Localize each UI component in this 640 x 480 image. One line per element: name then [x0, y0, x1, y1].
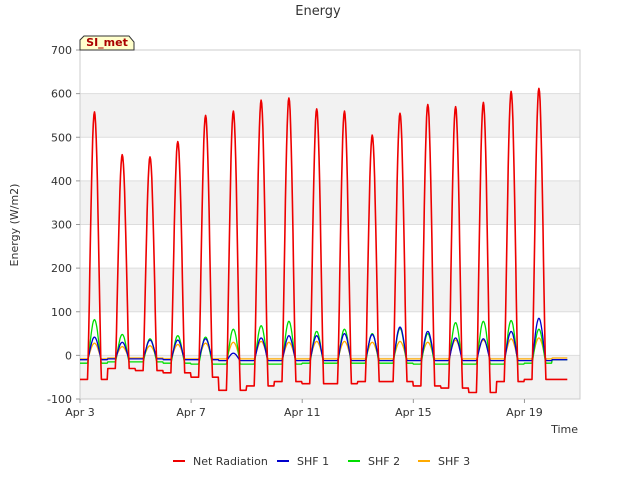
legend-label: Net Radiation: [193, 455, 268, 468]
station-badge-label: SI_met: [86, 36, 128, 49]
station-badge: SI_met: [79, 35, 135, 51]
x-tick-label: Apr 15: [395, 406, 432, 419]
x-tick-label: Apr 7: [176, 406, 206, 419]
plot-band: [80, 224, 580, 269]
legend-label: SHF 1: [297, 455, 329, 468]
energy-chart: Energy -1000100200300400500600700 Apr 3A…: [8, 4, 581, 468]
legend-item: SHF 3: [418, 455, 470, 468]
x-tick-label: Apr 11: [284, 406, 321, 419]
chart-title: Energy: [295, 4, 341, 19]
y-tick-label: 200: [51, 262, 72, 275]
y-axis: -100 0 100 200 300 400 500 600 700: [47, 44, 80, 406]
y-tick-label: 500: [51, 131, 72, 144]
plot-band: [80, 137, 580, 181]
plot-band: [80, 180, 580, 225]
y-axis-label: Energy (W/m2): [8, 184, 21, 267]
legend-item: Net Radiation: [173, 455, 268, 468]
legend-item: SHF 1: [277, 455, 329, 468]
x-axis-label: Time: [550, 423, 578, 436]
x-tick-label: Apr 19: [506, 406, 543, 419]
y-tick-label: 600: [51, 88, 72, 101]
legend-label: SHF 2: [368, 455, 400, 468]
y-tick-label: 400: [51, 175, 72, 188]
plot-band: [80, 93, 580, 138]
legend-label: SHF 3: [438, 455, 470, 468]
x-axis: Apr 3 Apr 7 Apr 11 Apr 15 Apr 19: [65, 399, 543, 419]
y-tick-label: -100: [47, 393, 72, 406]
y-tick-label: 0: [65, 349, 72, 362]
y-tick-label: 700: [51, 44, 72, 57]
x-tick-label: Apr 3: [65, 406, 95, 419]
y-tick-label: 100: [51, 306, 72, 319]
legend: Net Radiation SHF 1 SHF 2 SHF 3: [173, 455, 470, 468]
legend-item: SHF 2: [348, 455, 400, 468]
y-tick-label: 300: [51, 219, 72, 232]
plot-band: [80, 50, 580, 94]
